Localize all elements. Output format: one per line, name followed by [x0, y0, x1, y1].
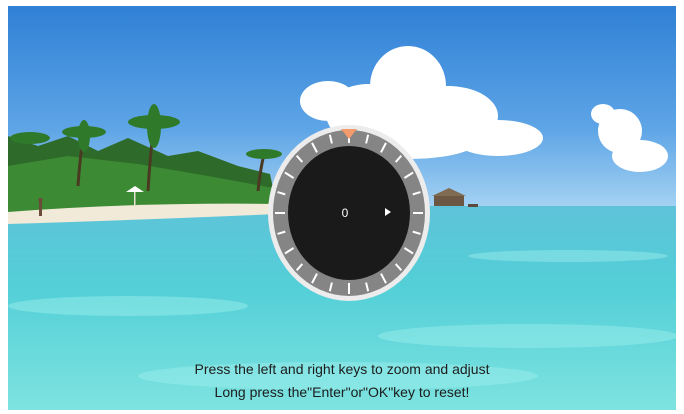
zoom-dial[interactable]: 0 — [267, 124, 431, 302]
background-photo: 0 — [8, 6, 676, 410]
zoom-dial-graphic — [268, 125, 430, 301]
instruction-zoom: Press the left and right keys to zoom an… — [194, 361, 490, 377]
instruction-reset: Long press the"Enter"or"OK"key to reset! — [214, 384, 470, 400]
right-arrow-icon — [385, 208, 391, 216]
